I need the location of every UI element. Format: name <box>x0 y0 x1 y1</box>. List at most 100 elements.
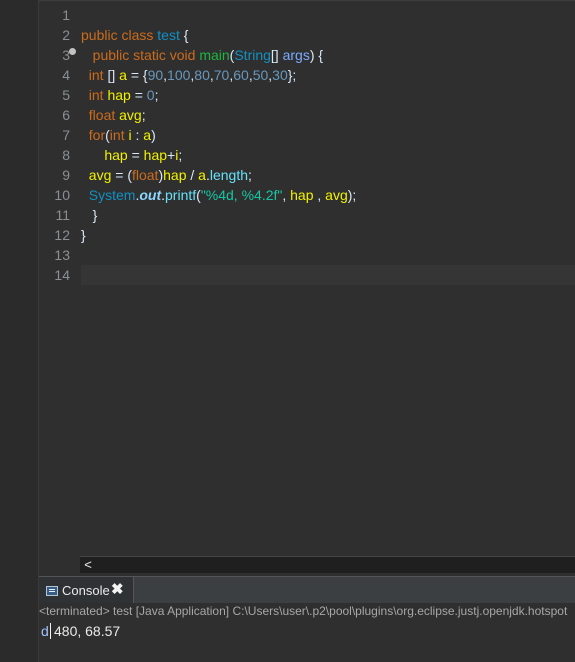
code-token: ; <box>154 87 159 103</box>
line-number-gutter: 1 2 3 4 5 6 7 8 9 10 11 12 13 14 <box>39 1 76 557</box>
code-token: 90 <box>147 67 164 83</box>
line-number: 14 <box>54 267 70 283</box>
code-token: a <box>198 167 206 183</box>
line-number: 5 <box>62 87 70 103</box>
code-token: : <box>131 127 144 143</box>
code-token: float <box>88 107 116 123</box>
close-icon[interactable]: ✖ <box>111 582 125 598</box>
code-editor[interactable]: 1 2 3 4 5 6 7 8 9 10 11 12 13 14 public … <box>39 0 575 573</box>
code-token: main <box>199 47 230 63</box>
code-token: hap <box>104 147 128 163</box>
code-token: 70 <box>213 67 230 83</box>
code-token: ; <box>141 107 146 123</box>
code-token: ; <box>178 147 183 163</box>
code-token: ; <box>248 167 252 183</box>
code-token: int <box>88 87 104 103</box>
line-number: 2 <box>62 27 70 43</box>
code-token: 80 <box>194 67 210 83</box>
code-token: printf <box>165 187 197 203</box>
code-token: hap <box>290 187 314 203</box>
left-panel-strip <box>0 0 39 662</box>
code-token: for <box>88 127 106 143</box>
code-token: 0 <box>146 87 155 103</box>
code-token: test <box>157 27 180 43</box>
scroll-left-arrow-icon[interactable]: < <box>80 557 96 573</box>
code-line: } <box>81 225 575 245</box>
code-token: 50 <box>252 67 269 83</box>
console-status-line: <terminated> test [Java Application] C:\… <box>39 603 575 622</box>
line-number: 3 <box>62 47 70 63</box>
line-number: 11 <box>55 207 70 223</box>
code-line: float avg; <box>81 105 575 125</box>
code-text-area[interactable]: public class test { public static void m… <box>81 1 575 557</box>
text-caret <box>50 623 51 639</box>
code-token: , <box>282 187 291 203</box>
code-token: public <box>81 27 118 43</box>
code-token: + <box>167 147 176 163</box>
code-token: = ( <box>111 167 132 183</box>
code-token: a <box>119 67 127 83</box>
code-token: 30 <box>272 67 288 83</box>
code-token: ) { <box>309 47 324 63</box>
code-token: = { <box>126 67 148 83</box>
line-number: 6 <box>62 107 70 123</box>
code-token: out <box>139 187 162 203</box>
code-token: avg <box>88 167 112 183</box>
console-tab-bar: Console ✖ <box>39 576 575 604</box>
line-number: 10 <box>54 187 70 203</box>
output-prefix: d <box>41 623 49 639</box>
code-token: 100 <box>167 67 191 83</box>
code-token: String <box>234 47 271 63</box>
code-token: = <box>130 87 147 103</box>
code-line: System.out.printf("%4d, %4.2f", hap , av… <box>81 185 575 205</box>
code-token: hap <box>143 147 168 163</box>
code-token: { <box>179 27 189 43</box>
code-token: length <box>209 167 248 183</box>
code-token: [] <box>270 47 283 63</box>
code-token: hap <box>107 87 131 103</box>
code-token: hap <box>163 167 187 183</box>
line-number: 9 <box>62 167 70 183</box>
code-token: ) <box>151 127 156 143</box>
line-number: 1 <box>62 7 70 23</box>
code-line: int [] a = {90,100,80,70,60,50,30}; <box>81 65 575 85</box>
code-token: [] <box>103 67 120 83</box>
code-token: / <box>186 167 199 183</box>
code-token: 60 <box>233 67 249 83</box>
line-number: 8 <box>62 147 70 163</box>
code-token: }; <box>287 67 297 83</box>
code-line: int hap = 0; <box>81 85 575 105</box>
code-line: avg = (float)hap / a.length; <box>81 165 575 185</box>
code-line: hap = hap+i; <box>81 145 575 165</box>
fold-collapse-icon[interactable] <box>69 48 76 55</box>
code-token: , <box>313 187 326 203</box>
line-number: 7 <box>62 127 70 143</box>
code-token: class <box>121 27 154 43</box>
horizontal-scrollbar[interactable]: < <box>80 556 575 573</box>
console-icon <box>46 586 58 596</box>
code-token: "%4d, %4.2f" <box>200 187 283 203</box>
line-number: 13 <box>54 247 70 263</box>
tab-console[interactable]: Console ✖ <box>39 577 134 604</box>
code-token: int <box>109 127 125 143</box>
code-token: } <box>81 227 86 243</box>
code-token: } <box>92 207 98 223</box>
console-tab-label: Console <box>62 583 110 598</box>
code-token: float <box>131 167 159 183</box>
code-token: a <box>143 127 152 143</box>
code-token: ); <box>347 187 357 203</box>
code-line: public class test { <box>81 25 575 45</box>
code-token: = <box>127 147 144 163</box>
code-token: avg <box>325 187 348 203</box>
code-token: avg <box>119 107 142 123</box>
console-output-text: 480, 68.57 <box>54 623 121 639</box>
code-token: void <box>169 47 196 63</box>
code-line: } <box>81 205 575 225</box>
code-token: System <box>88 187 136 203</box>
code-token: static <box>133 47 166 63</box>
console-output-area[interactable]: d 480, 68.57 <box>39 621 575 662</box>
code-line: for(int i : a) <box>81 125 575 145</box>
line-number: 4 <box>62 67 70 83</box>
code-token: int <box>88 67 104 83</box>
code-line: public static void main(String[] args) { <box>81 45 575 65</box>
